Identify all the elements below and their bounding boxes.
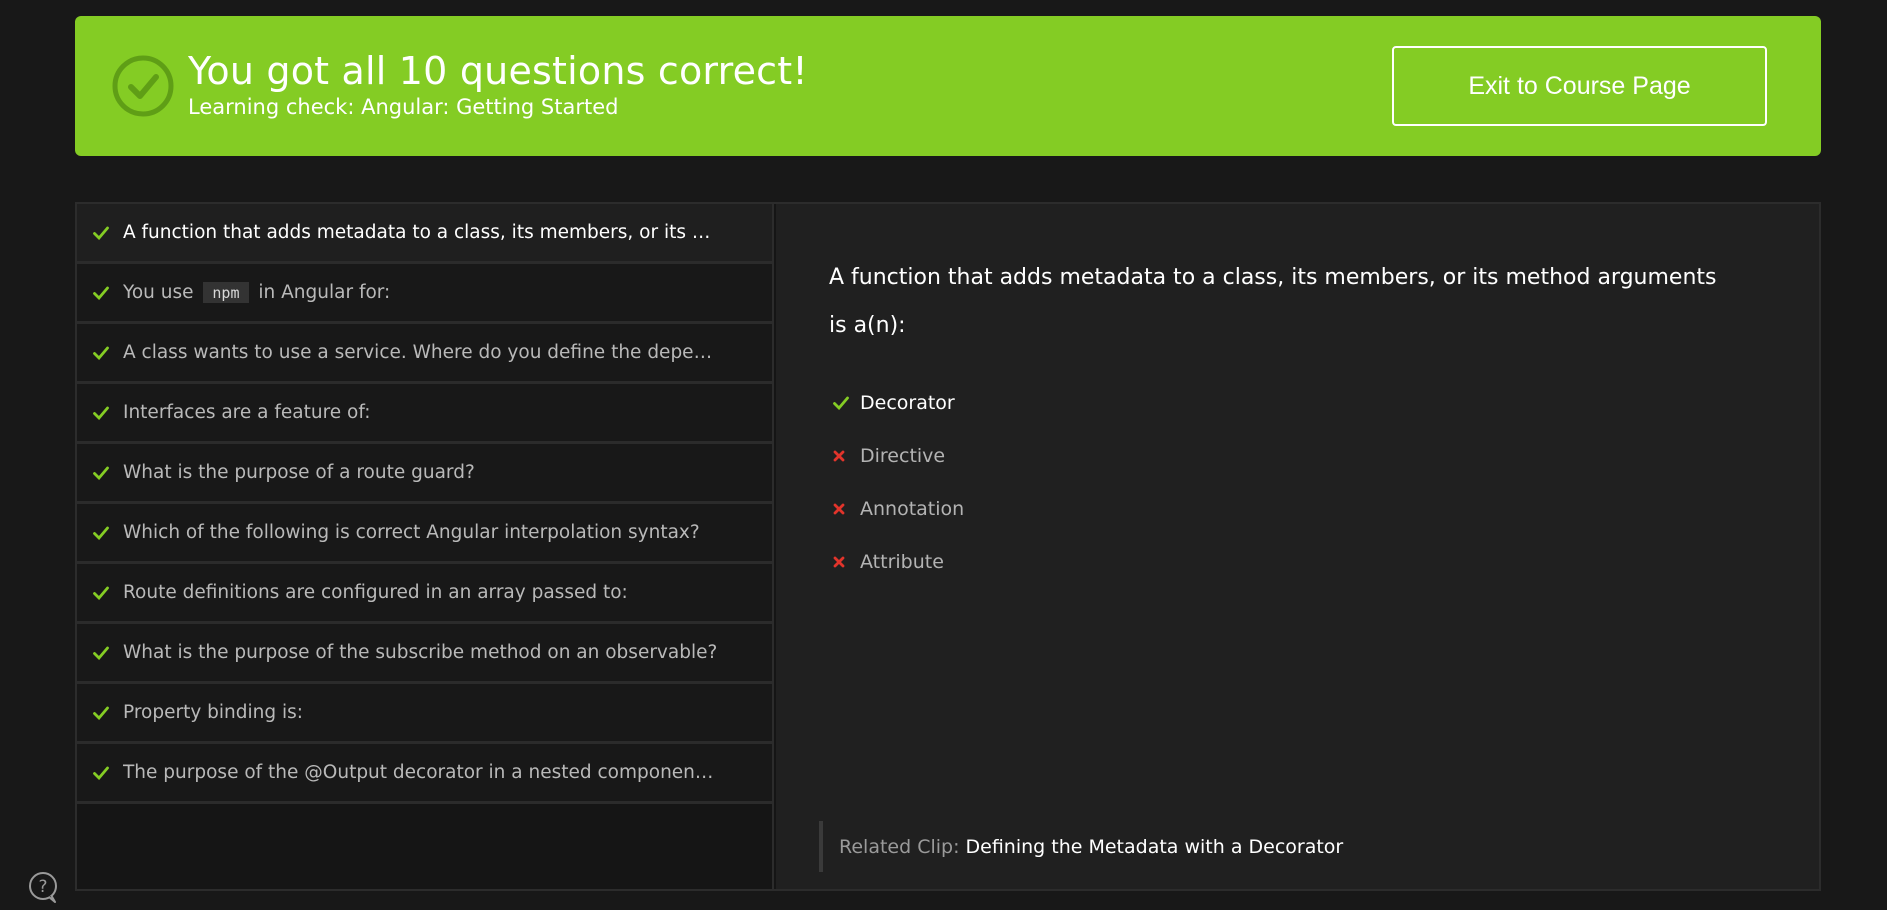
question-list-item[interactable]: What is the purpose of the subscribe met… (77, 624, 772, 684)
cross-icon (833, 503, 860, 515)
check-icon (93, 766, 123, 780)
question-item-text: Interfaces are a feature of: (123, 402, 371, 423)
question-item-text: The purpose of the @Output decorator in … (123, 762, 719, 783)
check-icon (833, 396, 860, 410)
answer-option: Annotation (833, 482, 964, 535)
answer-label: Decorator (860, 391, 955, 414)
check-icon (93, 646, 123, 660)
answer-option: Attribute (833, 535, 964, 588)
check-icon (93, 226, 109, 240)
svg-text:?: ? (38, 877, 47, 897)
cross-icon (833, 556, 860, 568)
question-item-text: Which of the following is correct Angula… (123, 522, 700, 543)
check-icon (93, 346, 109, 360)
question-list-item[interactable]: What is the purpose of a route guard? (77, 444, 772, 504)
check-icon (93, 706, 123, 720)
question-item-text: You use npm in Angular for: (123, 282, 390, 303)
check-icon (93, 286, 123, 300)
related-clip-label: Related Clip: (839, 835, 960, 858)
check-icon (93, 346, 123, 360)
check-icon (93, 526, 123, 540)
check-icon (93, 406, 109, 420)
results-title: You got all 10 questions correct! (188, 49, 808, 93)
check-icon (93, 406, 123, 420)
help-icon[interactable]: ? (27, 871, 59, 903)
check-icon (93, 526, 109, 540)
cross-icon (833, 450, 845, 461)
results-banner: You got all 10 questions correct! Learni… (75, 16, 1821, 156)
check-icon (93, 766, 109, 780)
cross-icon (833, 503, 845, 514)
question-list-item[interactable]: Interfaces are a feature of: (77, 384, 772, 444)
answer-list: Decorator Directive Annotation Attribute (833, 376, 964, 588)
question-list: A function that adds metadata to a class… (77, 204, 774, 889)
answer-option: Decorator (833, 376, 964, 429)
question-list-item[interactable]: You use npm in Angular for: (77, 264, 772, 324)
check-icon (833, 396, 849, 410)
results-subtitle: Learning check: Angular: Getting Started (188, 95, 619, 119)
cross-icon (833, 556, 845, 567)
check-icon (93, 286, 109, 300)
question-list-item[interactable]: Which of the following is correct Angula… (77, 504, 772, 564)
question-item-text: A function that adds metadata to a class… (123, 222, 719, 243)
question-item-text: Route definitions are configured in an a… (123, 582, 628, 603)
check-icon (93, 706, 109, 720)
related-clip-link[interactable]: Defining the Metadata with a Decorator (966, 836, 1344, 858)
question-list-item[interactable]: The purpose of the @Output decorator in … (77, 744, 772, 804)
answer-label: Annotation (860, 497, 965, 520)
check-icon (93, 586, 109, 600)
question-detail: A function that adds metadata to a class… (776, 204, 1819, 889)
question-item-prefix: You use (123, 282, 194, 303)
question-item-text: What is the purpose of the subscribe met… (123, 642, 718, 663)
question-item-text: A class wants to use a service. Where do… (123, 342, 719, 363)
answer-label: Directive (860, 444, 946, 467)
inline-code: npm (203, 282, 249, 303)
check-icon (93, 226, 123, 240)
answer-label: Attribute (860, 550, 944, 573)
check-icon (93, 646, 109, 660)
check-icon (93, 466, 109, 480)
question-item-text: What is the purpose of a route guard? (123, 462, 475, 483)
question-list-item[interactable]: A function that adds metadata to a class… (77, 204, 772, 264)
cross-icon (833, 450, 860, 462)
question-item-text: Property binding is: (123, 702, 304, 723)
check-icon (93, 466, 123, 480)
question-item-suffix: in Angular for: (258, 282, 391, 303)
review-panel: A function that adds metadata to a class… (75, 202, 1821, 891)
answer-option: Directive (833, 429, 964, 482)
question-text: A function that adds metadata to a class… (829, 265, 1717, 338)
exit-to-course-button[interactable]: Exit to Course Page (1392, 46, 1767, 126)
check-icon (93, 586, 123, 600)
check-circle-icon (112, 55, 174, 117)
question-list-item[interactable]: Property binding is: (77, 684, 772, 744)
question-list-item[interactable]: A class wants to use a service. Where do… (77, 324, 772, 384)
question-list-item[interactable]: Route definitions are configured in an a… (77, 564, 772, 624)
related-clip: Related Clip: Defining the Metadata with… (819, 821, 1343, 872)
